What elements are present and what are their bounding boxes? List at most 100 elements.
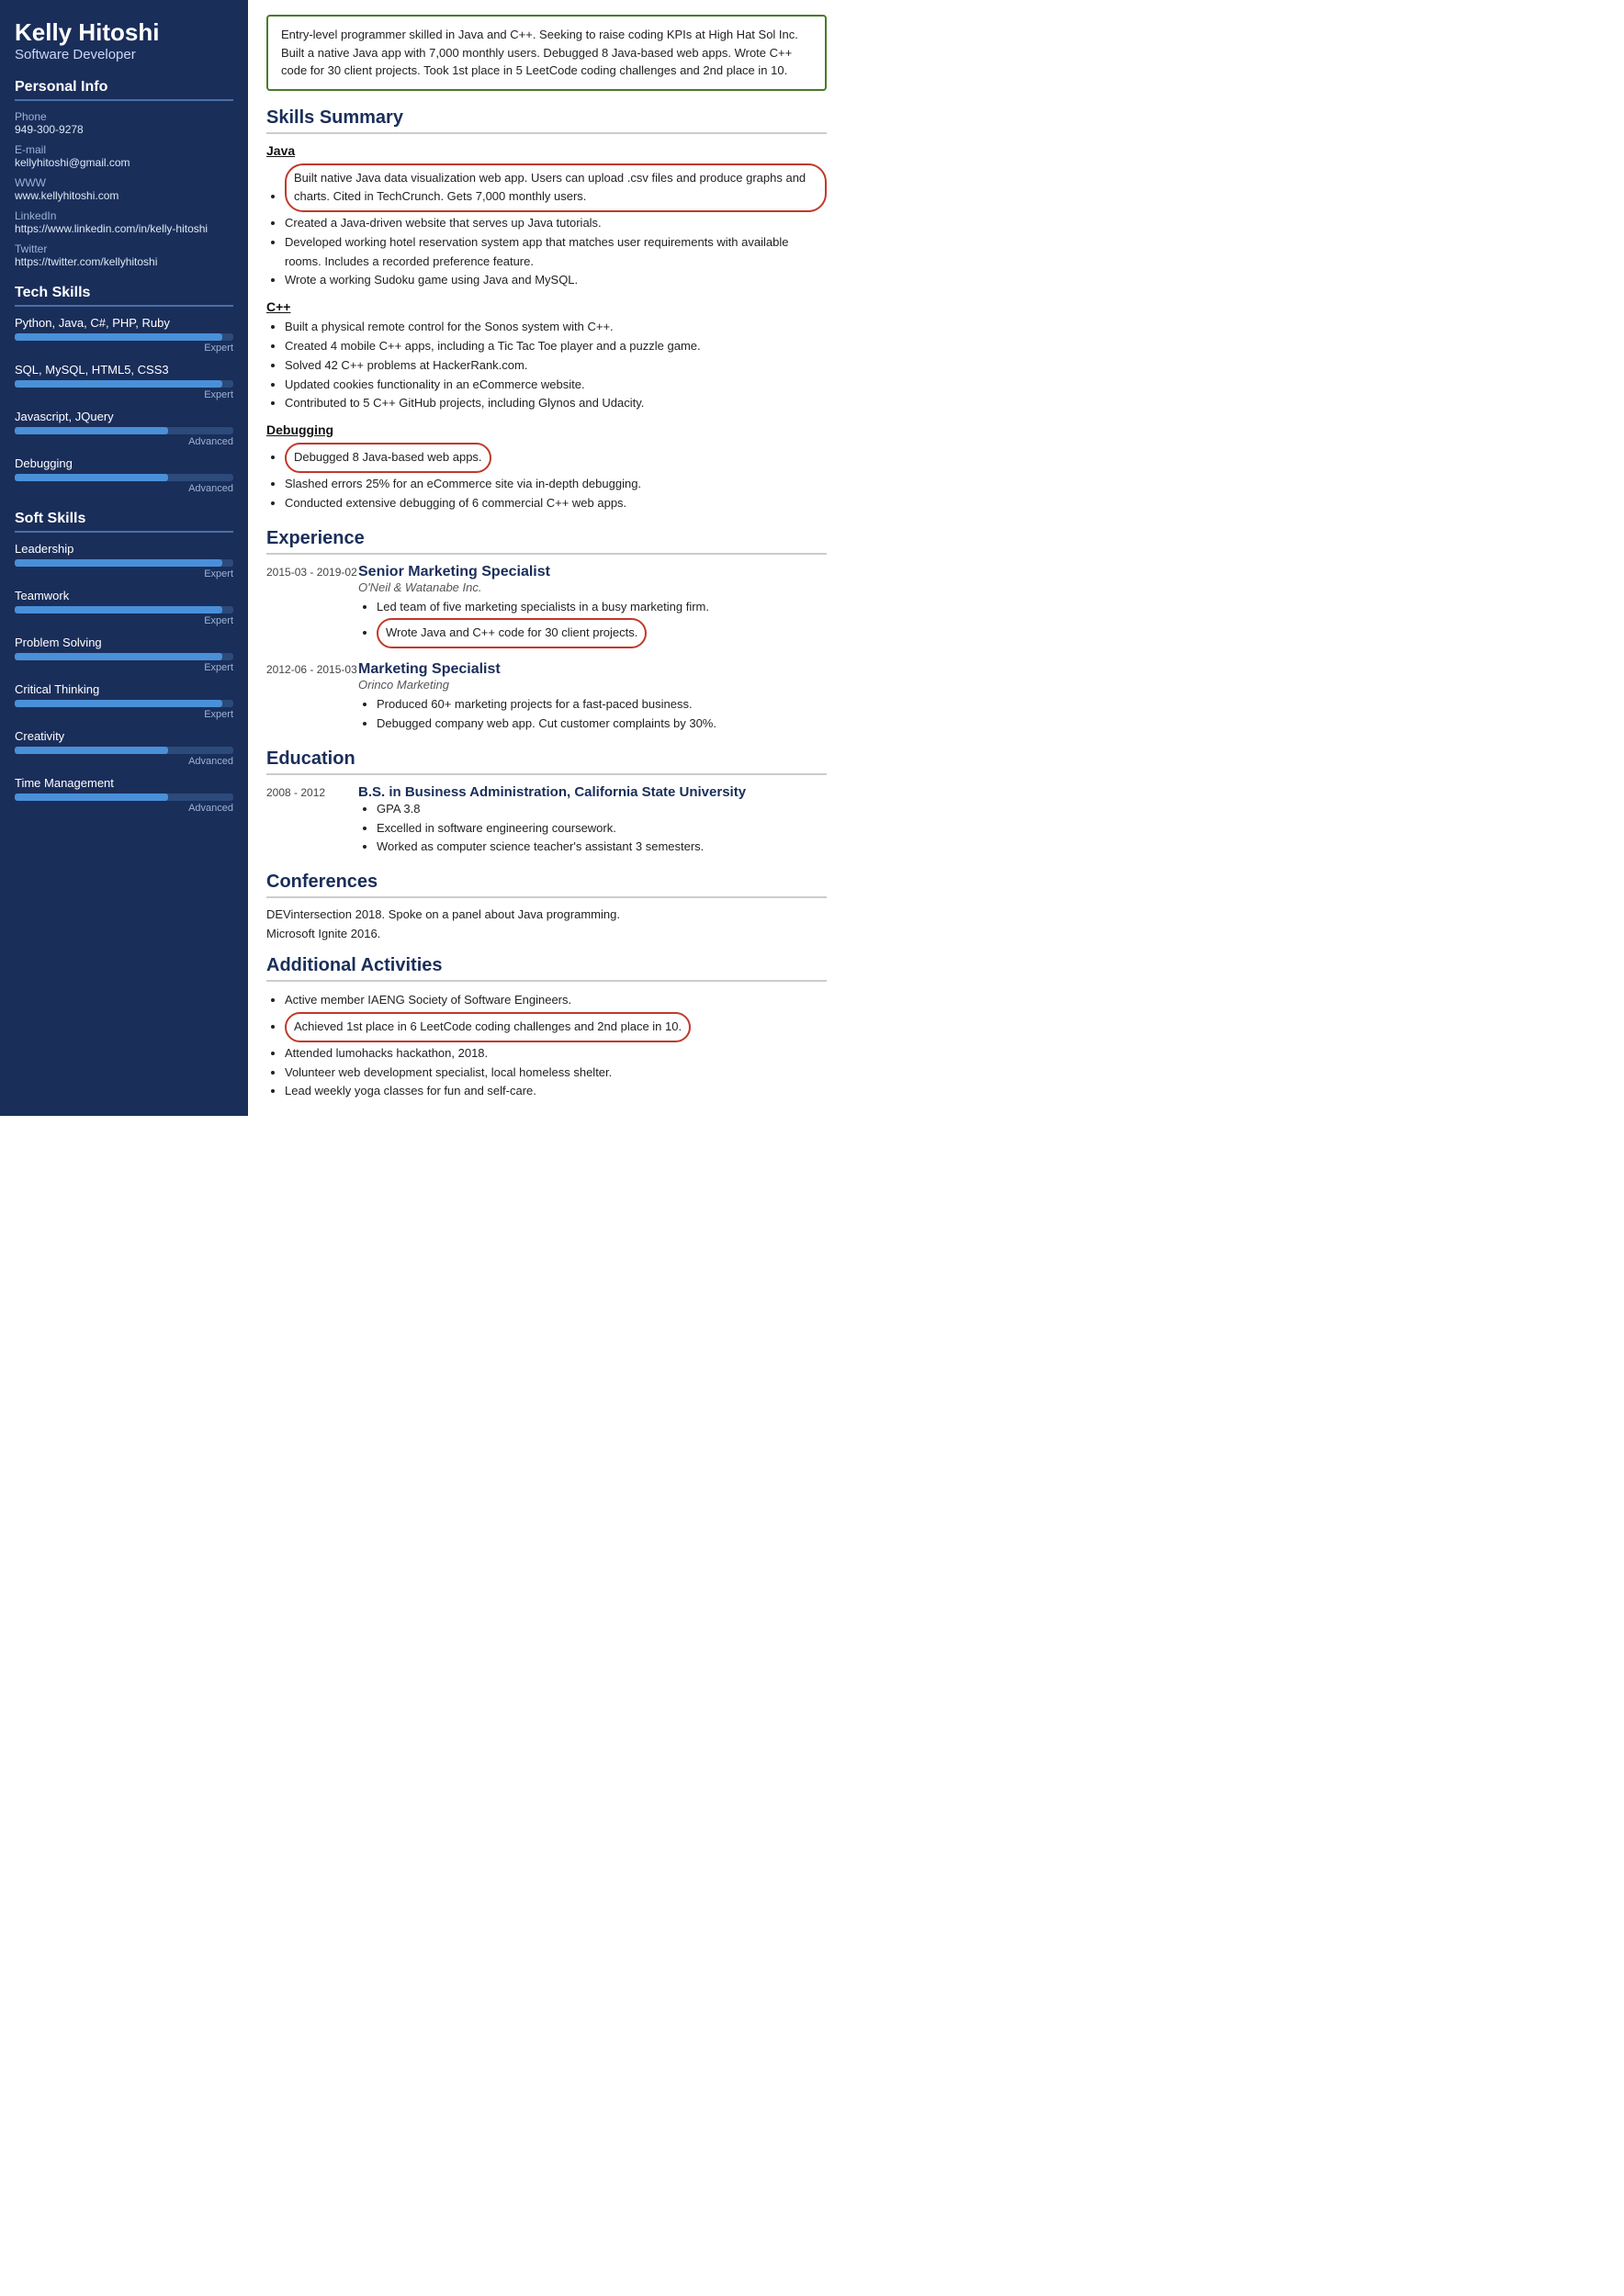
education-content: 2008 - 2012 B.S. in Business Administrat… xyxy=(266,784,827,857)
skills-group: JavaBuilt native Java data visualization… xyxy=(266,143,827,291)
skill-level: Expert xyxy=(15,709,233,720)
skills-bullet-list: Built a physical remote control for the … xyxy=(285,318,827,413)
conference-item: DEVintersection 2018. Spoke on a panel a… xyxy=(266,907,827,921)
soft-skill-item: Leadership Expert xyxy=(15,542,233,580)
skill-bar-fill xyxy=(15,474,168,481)
tech-skill-item: Python, Java, C#, PHP, Ruby Expert xyxy=(15,316,233,354)
exp-bullets: Produced 60+ marketing projects for a fa… xyxy=(377,695,827,734)
email-label: E-mail xyxy=(15,143,233,156)
list-item: Conducted extensive debugging of 6 comme… xyxy=(285,494,827,513)
tech-skills-list: Python, Java, C#, PHP, Ruby Expert SQL, … xyxy=(15,316,233,494)
edu-date: 2008 - 2012 xyxy=(266,784,358,857)
summary-box: Entry-level programmer skilled in Java a… xyxy=(266,15,827,91)
list-item: Volunteer web development specialist, lo… xyxy=(285,1064,827,1083)
soft-skill-item: Time Management Advanced xyxy=(15,776,233,814)
list-item: Created a Java-driven website that serve… xyxy=(285,214,827,233)
skill-bar-fill xyxy=(15,333,222,341)
skill-bar-fill xyxy=(15,380,222,388)
skill-name: Javascript, JQuery xyxy=(15,410,233,423)
skill-level: Expert xyxy=(15,662,233,673)
skill-level: Expert xyxy=(15,389,233,400)
highlighted-bullet: Achieved 1st place in 6 LeetCode coding … xyxy=(285,1012,691,1042)
linkedin-label: LinkedIn xyxy=(15,209,233,222)
edu-content: B.S. in Business Administration, Califor… xyxy=(358,784,827,857)
list-item: Built native Java data visualization web… xyxy=(285,162,827,215)
list-item: Contributed to 5 C++ GitHub projects, in… xyxy=(285,394,827,413)
education-entry: 2008 - 2012 B.S. in Business Administrat… xyxy=(266,784,827,857)
skills-group-title: C++ xyxy=(266,299,827,314)
skill-bar-fill xyxy=(15,700,222,707)
soft-skill-item: Creativity Advanced xyxy=(15,729,233,767)
education-title: Education xyxy=(266,748,827,775)
skill-level: Advanced xyxy=(15,756,233,767)
personal-info-title: Personal Info xyxy=(15,79,233,101)
www-label: WWW xyxy=(15,176,233,189)
skill-bar-fill xyxy=(15,747,168,754)
skills-bullet-list: Built native Java data visualization web… xyxy=(285,162,827,291)
list-item: Slashed errors 25% for an eCommerce site… xyxy=(285,475,827,494)
exp-company: Orinco Marketing xyxy=(358,678,827,692)
email-value: kellyhitoshi@gmail.com xyxy=(15,156,233,169)
experience-entry: 2015-03 - 2019-02 Senior Marketing Speci… xyxy=(266,564,827,651)
skill-bar-bg xyxy=(15,606,233,613)
skills-group-title: Debugging xyxy=(266,422,827,437)
soft-skills-list: Leadership Expert Teamwork Expert Proble… xyxy=(15,542,233,814)
list-item: Wrote a working Sudoku game using Java a… xyxy=(285,271,827,290)
edu-bullets: GPA 3.8Excelled in software engineering … xyxy=(377,800,827,857)
skill-name: Python, Java, C#, PHP, Ruby xyxy=(15,316,233,330)
skill-name: Debugging xyxy=(15,456,233,470)
twitter-value: https://twitter.com/kellyhitoshi xyxy=(15,255,233,268)
skill-level: Expert xyxy=(15,615,233,626)
skill-bar-fill xyxy=(15,559,222,567)
list-item: Worked as computer science teacher's ass… xyxy=(377,838,827,857)
list-item: Attended lumohacks hackathon, 2018. xyxy=(285,1044,827,1064)
skill-name: Critical Thinking xyxy=(15,682,233,696)
highlighted-bullet: Wrote Java and C++ code for 30 client pr… xyxy=(377,618,647,648)
list-item: GPA 3.8 xyxy=(377,800,827,819)
skill-bar-fill xyxy=(15,606,222,613)
skill-level: Expert xyxy=(15,568,233,580)
experience-title: Experience xyxy=(266,528,827,555)
additional-content: Active member IAENG Society of Software … xyxy=(266,991,827,1101)
highlighted-bullet: Built native Java data visualization web… xyxy=(285,163,827,213)
list-item: Developed working hotel reservation syst… xyxy=(285,233,827,272)
phone-label: Phone xyxy=(15,110,233,123)
list-item: Solved 42 C++ problems at HackerRank.com… xyxy=(285,356,827,376)
list-item: Wrote Java and C++ code for 30 client pr… xyxy=(377,616,827,650)
main-content: Entry-level programmer skilled in Java a… xyxy=(248,0,845,1116)
linkedin-value: https://www.linkedin.com/in/kelly-hitosh… xyxy=(15,222,233,235)
skills-bullet-list: Debugged 8 Java-based web apps.Slashed e… xyxy=(285,441,827,512)
skill-name: Leadership xyxy=(15,542,233,556)
soft-skill-item: Problem Solving Expert xyxy=(15,636,233,673)
skills-group: C++ Built a physical remote control for t… xyxy=(266,299,827,413)
skills-group: Debugging Debugged 8 Java-based web apps.… xyxy=(266,422,827,512)
skill-level: Advanced xyxy=(15,483,233,494)
soft-skills-title: Soft Skills xyxy=(15,511,233,533)
skill-bar-bg xyxy=(15,559,233,567)
skills-summary-content: JavaBuilt native Java data visualization… xyxy=(266,143,827,513)
list-item: Created 4 mobile C++ apps, including a T… xyxy=(285,337,827,356)
list-item: Active member IAENG Society of Software … xyxy=(285,991,827,1010)
skill-name: Time Management xyxy=(15,776,233,790)
skill-bar-bg xyxy=(15,653,233,660)
skill-bar-bg xyxy=(15,380,233,388)
skill-name: Problem Solving xyxy=(15,636,233,649)
skill-bar-bg xyxy=(15,333,233,341)
skill-bar-bg xyxy=(15,427,233,434)
additional-activities-title: Additional Activities xyxy=(266,955,827,982)
skill-level: Advanced xyxy=(15,803,233,814)
exp-job-title: Marketing Specialist xyxy=(358,661,827,678)
tech-skill-item: Javascript, JQuery Advanced xyxy=(15,410,233,447)
list-item: Updated cookies functionality in an eCom… xyxy=(285,376,827,395)
skill-name: Teamwork xyxy=(15,589,233,602)
skill-bar-bg xyxy=(15,747,233,754)
conferences-content: DEVintersection 2018. Spoke on a panel a… xyxy=(266,907,827,940)
list-item: Led team of five marketing specialists i… xyxy=(377,598,827,617)
skill-level: Expert xyxy=(15,343,233,354)
skill-bar-bg xyxy=(15,793,233,801)
www-value: www.kellyhitoshi.com xyxy=(15,189,233,202)
exp-content: Marketing Specialist Orinco Marketing Pr… xyxy=(358,661,827,734)
skill-bar-fill xyxy=(15,793,168,801)
skill-name: Creativity xyxy=(15,729,233,743)
exp-content: Senior Marketing Specialist O'Neil & Wat… xyxy=(358,564,827,651)
